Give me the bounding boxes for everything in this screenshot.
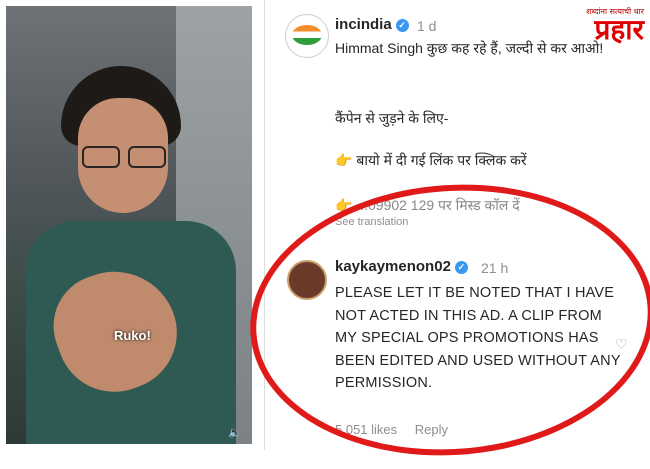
speaker-icon[interactable]: 🔈: [228, 426, 242, 439]
comment1-time: 1 d: [417, 18, 437, 34]
video-player[interactable]: Ruko! 🔈: [6, 6, 252, 444]
glasses-icon: [82, 146, 166, 168]
comment1-line2: कैंपेन से जुड़ने के लिए-: [335, 110, 449, 126]
video-caption: Ruko!: [114, 328, 151, 343]
comment1-line3: 👉 बायो में दी गई लिंक पर क्लिक करें: [335, 152, 527, 168]
incindia-avatar[interactable]: [285, 14, 329, 58]
comment1-username[interactable]: incindia ✓: [335, 16, 409, 33]
verified-badge-icon: ✓: [395, 18, 409, 32]
publisher-logo: शब्दांना सत्याची धार प्रहार: [586, 6, 644, 46]
logo-brand: प्रहार: [594, 13, 644, 46]
